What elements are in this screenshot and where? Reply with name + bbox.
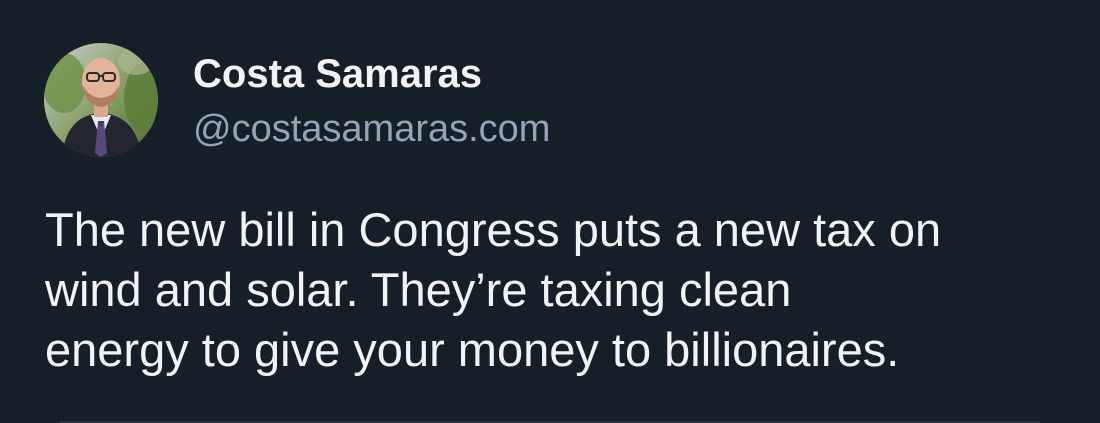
post-card: Costa Samaras @costasamaras.com The new … <box>0 0 1100 423</box>
author-display-name[interactable]: Costa Samaras <box>193 50 550 98</box>
avatar-photo <box>44 43 158 157</box>
avatar[interactable] <box>44 43 158 157</box>
author-handle[interactable]: @costasamaras.com <box>193 107 550 151</box>
post-author: Costa Samaras @costasamaras.com <box>193 50 550 151</box>
post-text-line: wind and solar. They’re taxing clean <box>45 263 792 316</box>
post-text: The new bill in Congress puts a new tax … <box>45 200 1085 380</box>
post-text-line: energy to give your money to billionaire… <box>45 323 900 376</box>
post-text-line: The new bill in Congress puts a new tax … <box>45 203 942 256</box>
